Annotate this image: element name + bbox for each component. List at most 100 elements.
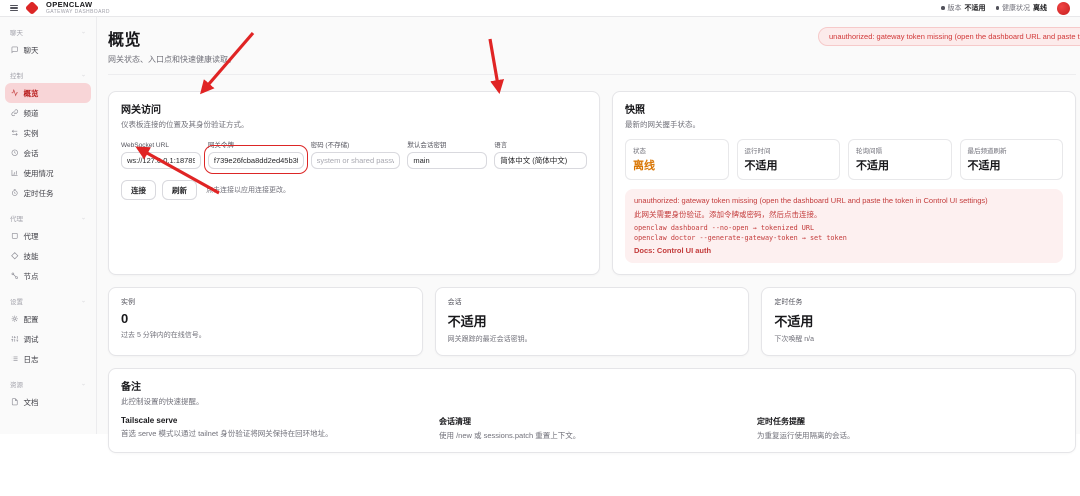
sidebar-item-logs[interactable]: 日志	[5, 349, 91, 369]
error-command-1: openclaw dashboard --no-open → tokenized…	[634, 224, 1054, 232]
sidebar-item-nodes[interactable]: 节点	[5, 266, 91, 286]
note-tailscale-title: Tailscale serve	[121, 416, 427, 425]
gear-icon	[11, 315, 19, 323]
instances-stat-caption: 过去 5 分钟内的在线信号。	[121, 330, 410, 340]
last-refresh-tile-label: 最后频道刷新	[968, 145, 1056, 155]
sidebar: 聊天 聊天 控制 概览 频道 实例	[0, 17, 97, 434]
error-help-text: 此网关需要身份验证。添加令牌或密码，然后点击连接。	[634, 209, 1054, 220]
sidebar-item-label: 聊天	[24, 45, 39, 56]
page-subtitle: 网关状态、入口点和快速健康读取。	[108, 54, 1076, 65]
health-status: 健康状况 离线	[996, 3, 1048, 13]
sidebar-item-label: 配置	[24, 314, 39, 325]
last-refresh-tile-value: 不适用	[968, 157, 1056, 173]
section-label: 控制	[10, 70, 23, 80]
poll-interval-tile: 轮询间隔 不适用	[848, 139, 952, 180]
sidebar-section-agents[interactable]: 代理	[5, 209, 91, 226]
note-session-cleanup-caption: 使用 /new 或 sessions.patch 重置上下文。	[439, 430, 745, 441]
section-label: 资源	[10, 379, 23, 389]
session-key-input[interactable]	[407, 152, 487, 169]
token-annotation-ring: 网关令牌	[208, 139, 304, 169]
avatar[interactable]	[1057, 2, 1070, 15]
menu-icon[interactable]	[10, 5, 18, 12]
brand-subtitle: GATEWAY DASHBOARD	[46, 10, 110, 15]
notes-card: 备注 此控制设置的快速提醒。 Tailscale serve 首选 serve …	[108, 368, 1076, 453]
sidebar-item-docs[interactable]: 文档	[5, 392, 91, 412]
websocket-url-input[interactable]	[121, 152, 201, 169]
sessions-stat-label: 会话	[448, 297, 737, 307]
diamond-icon	[11, 252, 19, 260]
section-label: 设置	[10, 296, 23, 306]
sidebar-section-chat[interactable]: 聊天	[5, 23, 91, 40]
sidebar-item-usage[interactable]: 使用情况	[5, 163, 91, 183]
doc-icon	[11, 398, 19, 406]
sessions-stat-caption: 网关跟踪的最近会话密钥。	[448, 334, 737, 344]
status-tile-label: 状态	[633, 145, 721, 155]
sidebar-item-label: 定时任务	[24, 188, 54, 199]
snapshot-subtitle: 最新的网关握手状态。	[625, 119, 1063, 130]
gateway-token-input[interactable]	[208, 152, 304, 169]
connect-button[interactable]: 连接	[121, 180, 156, 200]
version-status: 版本 不适用	[941, 3, 986, 13]
section-label: 聊天	[10, 27, 23, 37]
sidebar-item-channels[interactable]: 频道	[5, 103, 91, 123]
docs-link[interactable]: Docs: Control UI auth	[634, 246, 1054, 255]
cron-stat-caption: 下次唤醒 n/a	[774, 334, 1063, 344]
error-command-2: openclaw doctor --generate-gateway-token…	[634, 234, 1054, 242]
session-key-label: 默认会话密钥	[407, 139, 487, 149]
sidebar-item-instances[interactable]: 实例	[5, 123, 91, 143]
note-tailscale: Tailscale serve 首选 serve 模式以通过 tailnet 身…	[121, 416, 427, 441]
uptime-tile: 运行时间 不适用	[737, 139, 841, 180]
uptime-tile-label: 运行时间	[745, 145, 833, 155]
version-value: 不适用	[965, 3, 986, 13]
instances-stat-card: 实例 0 过去 5 分钟内的在线信号。	[108, 287, 423, 356]
sidebar-item-skills[interactable]: 技能	[5, 246, 91, 266]
brand-name: OPENCLAW	[46, 1, 110, 9]
cron-stat-card: 定时任务 不适用 下次唤醒 n/a	[761, 287, 1076, 356]
note-tailscale-caption: 首选 serve 模式以通过 tailnet 身份验证将网关保持在回环地址。	[121, 428, 427, 439]
health-label: 健康状况	[1002, 3, 1030, 13]
sidebar-item-sessions[interactable]: 会话	[5, 143, 91, 163]
auth-error-panel: unauthorized: gateway token missing (ope…	[625, 189, 1063, 263]
poll-interval-tile-value: 不适用	[856, 157, 944, 173]
chevron-down-icon	[81, 382, 86, 387]
chevron-down-icon	[81, 30, 86, 35]
sliders-icon	[11, 335, 19, 343]
language-select[interactable]: 简体中文 (简体中文)	[494, 152, 587, 169]
sidebar-item-label: 实例	[24, 128, 39, 139]
sidebar-item-agents[interactable]: 代理	[5, 226, 91, 246]
note-session-cleanup-title: 会话清理	[439, 416, 745, 427]
notes-subtitle: 此控制设置的快速提醒。	[121, 396, 1063, 407]
note-session-cleanup: 会话清理 使用 /new 或 sessions.patch 重置上下文。	[439, 416, 745, 441]
list-icon	[11, 355, 19, 363]
brand: OPENCLAW GATEWAY DASHBOARD	[46, 1, 110, 15]
status-tile: 状态 离线	[625, 139, 729, 180]
gateway-access-title: 网关访问	[121, 101, 587, 116]
sidebar-item-cron[interactable]: 定时任务	[5, 183, 91, 203]
sidebar-item-overview[interactable]: 概览	[5, 83, 91, 103]
gauge-icon	[11, 89, 19, 97]
sidebar-item-label: 节点	[24, 271, 39, 282]
chat-icon	[11, 46, 19, 54]
refresh-button[interactable]: 刷新	[162, 180, 197, 200]
instances-stat-label: 实例	[121, 297, 410, 307]
last-refresh-tile: 最后频道刷新 不适用	[960, 139, 1064, 180]
sidebar-item-label: 频道	[24, 108, 39, 119]
sidebar-item-chat[interactable]: 聊天	[5, 40, 91, 60]
uptime-tile-value: 不适用	[745, 157, 833, 173]
sidebar-section-control[interactable]: 控制	[5, 66, 91, 83]
sidebar-item-debug[interactable]: 调试	[5, 329, 91, 349]
sidebar-section-settings[interactable]: 设置	[5, 292, 91, 309]
websocket-url-label: WebSocket URL	[121, 142, 201, 149]
snapshot-card: 快照 最新的网关握手状态。 状态 离线 运行时间 不适用 轮询间隔 不适用	[612, 91, 1076, 275]
sidebar-section-resources[interactable]: 资源	[5, 375, 91, 392]
connect-hint: 点击连接以应用连接更改。	[206, 185, 290, 195]
chevron-down-icon	[81, 216, 86, 221]
sidebar-item-config[interactable]: 配置	[5, 309, 91, 329]
cron-stat-value: 不适用	[774, 311, 1063, 330]
language-label: 语言	[494, 139, 587, 149]
box-icon	[11, 232, 19, 240]
sidebar-item-label: 概览	[24, 88, 39, 99]
gateway-access-subtitle: 仪表板连接的位置及其身份验证方式。	[121, 119, 587, 130]
openclaw-logo-icon	[25, 1, 39, 15]
password-input[interactable]	[311, 152, 401, 169]
